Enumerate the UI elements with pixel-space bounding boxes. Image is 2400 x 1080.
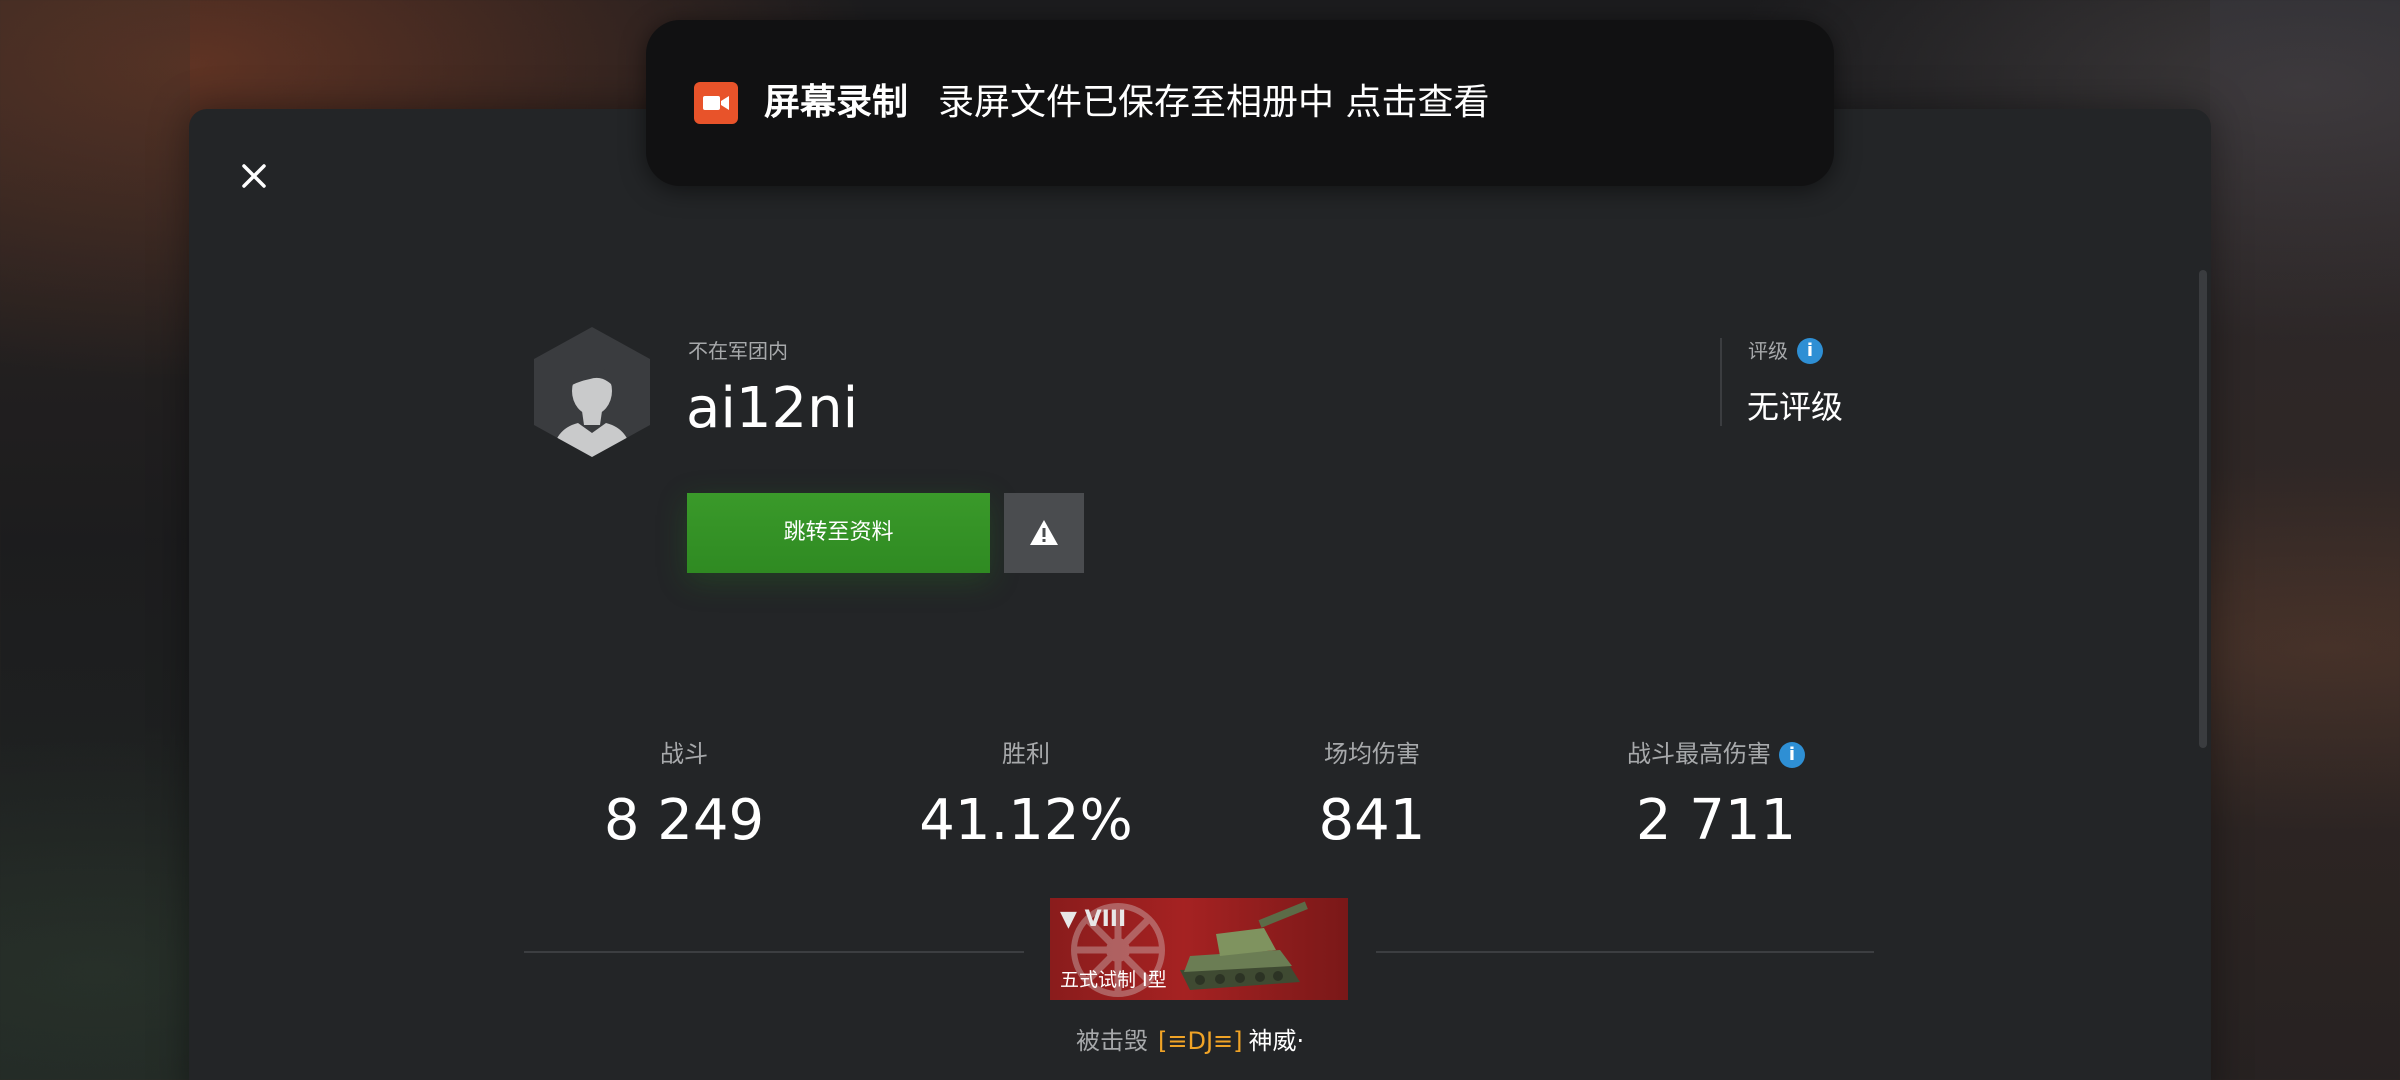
background-right-blur (2210, 0, 2400, 1080)
stat-average-damage: 场均伤害 841 (1212, 738, 1532, 856)
user-silhouette-icon (534, 327, 650, 457)
player-username: ai12ni (686, 376, 859, 441)
rating-label: 评级 (1748, 339, 1788, 363)
stat-label: 胜利 (1002, 740, 1050, 768)
killer-clan-tag[interactable]: [≡DJ≡] (1158, 1027, 1243, 1055)
rating-value: 无评级 (1747, 388, 1844, 426)
toast-message[interactable]: 录屏文件已保存至相册中 点击查看 (938, 78, 1489, 128)
rating-info-icon[interactable]: i (1797, 338, 1823, 364)
tank-card[interactable]: ▼ VIII 五式试制 I型 (1050, 898, 1348, 1000)
stat-value: 841 (1318, 788, 1426, 853)
killer-player-name[interactable]: 神威· (1249, 1027, 1305, 1055)
panel-scrollbar[interactable] (2199, 270, 2207, 748)
video-camera-icon (694, 82, 738, 124)
stat-label: 场均伤害 (1324, 740, 1420, 768)
close-button[interactable] (236, 158, 272, 194)
toast-app-name: 屏幕录制 (764, 82, 909, 123)
close-icon (242, 164, 266, 188)
rating-divider (1720, 338, 1722, 426)
clan-status-text: 不在军团内 (688, 339, 788, 363)
goto-profile-button[interactable]: 跳转至资料 (687, 493, 990, 573)
warning-icon (1030, 520, 1058, 545)
background-left-blur (0, 0, 190, 1080)
tank-tier: ▼ VIII (1060, 907, 1127, 932)
stat-value: 41.12% (919, 788, 1133, 853)
destroyed-by-label: 被击毁 (1076, 1027, 1148, 1055)
stat-battles: 战斗 8 249 (524, 738, 844, 856)
stat-value: 2 711 (1635, 788, 1797, 853)
stat-label: 战斗最高伤害 (1627, 740, 1771, 768)
stat-label: 战斗 (660, 740, 708, 768)
tank-name: 五式试制 I型 (1060, 969, 1167, 991)
destroyed-by-row: 被击毁 [≡DJ≡] 神威· (1076, 1024, 1304, 1058)
max-damage-info-icon[interactable]: i (1779, 742, 1805, 768)
report-button[interactable] (1004, 493, 1084, 573)
section-divider-right (1376, 951, 1874, 953)
avatar (530, 325, 654, 459)
stat-max-damage: 战斗最高伤害 i 2 711 (1556, 738, 1876, 856)
section-divider-left (524, 951, 1024, 953)
screen-recording-toast[interactable]: 屏幕录制 录屏文件已保存至相册中 点击查看 (646, 20, 1834, 186)
stat-value: 8 249 (603, 788, 765, 853)
stat-win-rate: 胜利 41.12% (866, 738, 1186, 856)
tank-image-icon (1180, 901, 1308, 990)
